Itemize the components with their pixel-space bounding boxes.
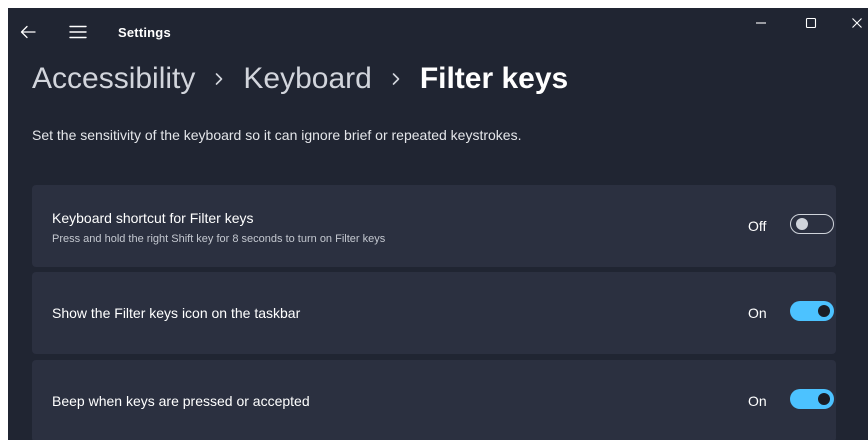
page-title: Filter keys (419, 62, 569, 95)
setting-card-taskbar-icon[interactable]: Show the Filter keys icon on the taskbar… (32, 272, 836, 354)
chevron-right-icon (392, 73, 400, 85)
setting-card-keyboard-shortcut[interactable]: Keyboard shortcut for Filter keys Press … (32, 185, 836, 267)
navigation-menu-button[interactable] (64, 20, 92, 44)
beep-toggle[interactable] (790, 389, 834, 409)
maximize-icon (805, 17, 817, 29)
toggle-state-label: Off (748, 218, 767, 234)
setting-title: Beep when keys are pressed or accepted (52, 393, 310, 409)
chevron-right-icon (216, 73, 223, 85)
toggle-group: On (716, 272, 836, 354)
hamburger-menu-icon (69, 25, 87, 39)
toggle-state-label: On (748, 393, 767, 409)
toggle-knob (818, 305, 830, 317)
app-title: Settings (118, 25, 171, 40)
breadcrumb-accessibility[interactable]: Accessibility (32, 62, 195, 96)
setting-subtitle: Press and hold the right Shift key for 8… (52, 233, 386, 245)
close-button[interactable] (834, 8, 868, 38)
back-arrow-icon (20, 25, 36, 39)
setting-card-beep[interactable]: Beep when keys are pressed or accepted O… (32, 360, 836, 440)
toggle-group: Off (716, 185, 836, 267)
setting-title: Keyboard shortcut for Filter keys (52, 210, 254, 226)
minimize-button[interactable] (738, 8, 784, 38)
toggle-knob (796, 218, 808, 230)
minimize-icon (756, 22, 766, 24)
page-description: Set the sensitivity of the keyboard so i… (32, 127, 522, 143)
close-icon (852, 18, 862, 28)
breadcrumb: Accessibility Keyboard Filter keys (32, 62, 568, 96)
toggle-group: On (716, 360, 836, 440)
back-button[interactable] (14, 20, 42, 44)
title-bar: Settings (8, 8, 868, 56)
maximize-button[interactable] (788, 8, 834, 38)
toggle-state-label: On (748, 305, 767, 321)
breadcrumb-separator (372, 64, 420, 94)
keyboard-shortcut-toggle[interactable] (790, 214, 834, 234)
toggle-knob (818, 393, 830, 405)
setting-title: Show the Filter keys icon on the taskbar (52, 305, 301, 321)
breadcrumb-keyboard[interactable]: Keyboard (243, 62, 371, 96)
taskbar-icon-toggle[interactable] (790, 301, 834, 321)
settings-window: Settings Accessibility Keyboard Filter k… (8, 8, 868, 440)
breadcrumb-separator (195, 64, 243, 94)
